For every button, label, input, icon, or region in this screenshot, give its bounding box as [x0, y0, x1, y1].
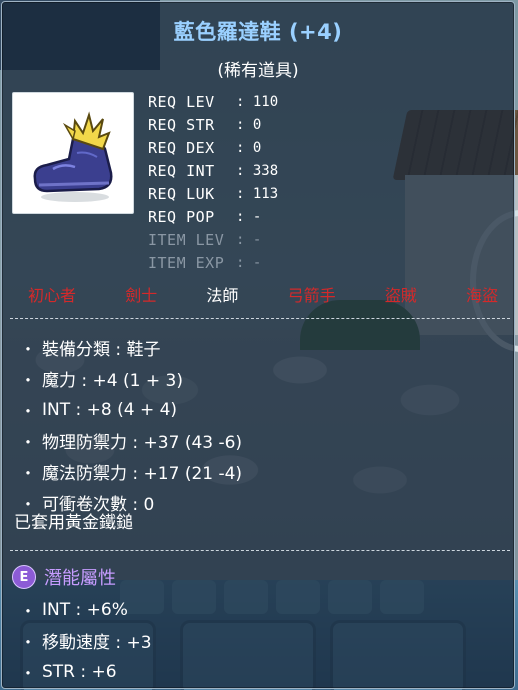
potential-row: ・ 移動速度 : +3 [20, 625, 500, 656]
req-separator: : [236, 116, 253, 133]
stat-row: ・ 魔法防禦力 : +17 (21 -4) [20, 456, 500, 487]
stat-row: ・ 裝備分類 : 鞋子 [20, 332, 500, 363]
section-divider [10, 318, 510, 319]
potential-header: E 潛能屬性 [12, 564, 116, 590]
bullet: ・ [20, 370, 37, 390]
section-divider [10, 550, 510, 551]
potential-title: 潛能屬性 [44, 568, 116, 589]
req-row: REQ INT : 338 [148, 159, 348, 182]
bullet: ・ [20, 432, 37, 452]
class-list: 初心者 劍士 法師 弓箭手 盜賊 海盜 [28, 282, 498, 306]
req-row: REQ LUK : 113 [148, 182, 348, 205]
class-bowman: 弓箭手 [287, 286, 336, 305]
potential-text: 移動速度 : +3 [42, 633, 152, 653]
req-value: - [252, 231, 262, 248]
req-label: ITEM LEV [148, 230, 225, 249]
req-separator: : [236, 254, 253, 271]
stat-row: ・ INT : +8 (4 + 4) [20, 394, 500, 425]
req-row: REQ DEX : 0 [148, 136, 348, 159]
potential-row: ・ STR : +6 [20, 656, 500, 687]
class-beginner: 初心者 [28, 286, 77, 305]
potential-list: ・ INT : +6% ・ 移動速度 : +3 ・ STR : +6 [20, 594, 500, 687]
item-rarity: (稀有道具) [217, 61, 299, 81]
stat-text: 裝備分類 : 鞋子 [42, 340, 161, 360]
game-scene: 藍色羅達鞋 (+4) (稀有道具) REQ LEV : 110 REQ STR [0, 0, 518, 690]
stat-row: ・ 魔力 : +4 (1 + 3) [20, 363, 500, 394]
bullet: ・ [20, 601, 37, 621]
req-separator: : [236, 185, 253, 202]
bullet: ・ [20, 339, 37, 359]
requirements-list: REQ LEV : 110 REQ STR : 0 REQ DEX : 0 RE… [148, 90, 348, 274]
item-name: 藍色羅達鞋 (+4) [173, 20, 343, 44]
class-pirate: 海盜 [465, 286, 498, 305]
req-label: REQ INT [148, 161, 215, 180]
item-tooltip: 藍色羅達鞋 (+4) (稀有道具) REQ LEV : 110 REQ STR [1, 1, 515, 689]
applied-scroll-text: 已套用黃金鐵鎚 [14, 513, 133, 533]
bullet: ・ [20, 663, 37, 683]
item-image-frame [12, 92, 134, 214]
bullet: ・ [20, 401, 37, 421]
req-label: REQ LUK [148, 184, 215, 203]
bullet: ・ [20, 632, 37, 652]
req-row: REQ LEV : 110 [148, 90, 348, 113]
req-separator: : [236, 208, 253, 225]
stat-text: 物理防禦力 : +37 (43 -6) [42, 433, 243, 453]
req-value: 113 [252, 185, 279, 202]
req-separator: : [236, 231, 253, 248]
stat-text: 魔力 : +4 (1 + 3) [42, 371, 183, 391]
class-warrior: 劍士 [125, 286, 158, 305]
stat-text: 魔法防禦力 : +17 (21 -4) [42, 464, 243, 484]
req-label: REQ LEV [148, 92, 215, 111]
bullet: ・ [20, 463, 37, 483]
blue-boots-icon [33, 111, 113, 202]
req-separator: : [236, 162, 253, 179]
req-value: 338 [252, 162, 279, 179]
req-value: 110 [252, 93, 279, 110]
class-thief: 盜賊 [384, 286, 417, 305]
req-row: ITEM EXP : - [148, 251, 348, 274]
req-value: - [252, 208, 262, 225]
req-row: ITEM LEV : - [148, 228, 348, 251]
req-label: REQ DEX [148, 138, 215, 157]
req-row: REQ STR : 0 [148, 113, 348, 136]
stat-text: INT : +8 (4 + 4) [42, 399, 178, 420]
req-value: 0 [252, 139, 262, 156]
req-label: REQ POP [148, 207, 215, 226]
req-value: 0 [252, 116, 262, 133]
potential-text: STR : +6 [42, 661, 117, 682]
stat-list: ・ 裝備分類 : 鞋子 ・ 魔力 : +4 (1 + 3) ・ INT : +8… [20, 332, 500, 518]
req-separator: : [236, 139, 253, 156]
potential-rank-badge: E [12, 565, 36, 589]
potential-text: INT : +6% [42, 599, 128, 620]
req-label: ITEM EXP [148, 253, 225, 272]
req-separator: : [236, 93, 253, 110]
req-row: REQ POP : - [148, 205, 348, 228]
class-magician: 法師 [206, 286, 239, 305]
req-value: - [252, 254, 262, 271]
stat-row: ・ 物理防禦力 : +37 (43 -6) [20, 425, 500, 456]
req-label: REQ STR [148, 115, 215, 134]
potential-row: ・ INT : +6% [20, 594, 500, 625]
